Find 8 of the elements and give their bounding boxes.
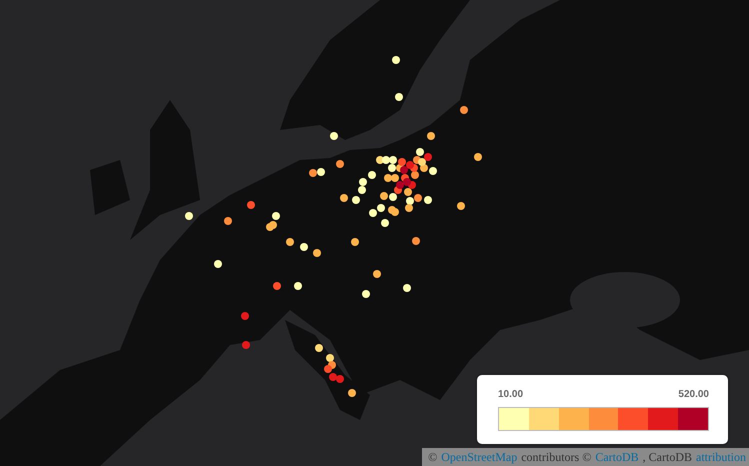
attribution-link[interactable]: OpenStreetMap bbox=[441, 450, 518, 464]
attribution-link[interactable]: attribution bbox=[696, 450, 746, 464]
attribution-text: © bbox=[428, 450, 438, 464]
attribution-text: , CartoDB bbox=[642, 450, 692, 464]
legend-min-label: 10.00 bbox=[498, 389, 524, 400]
attribution-link[interactable]: CartoDB bbox=[595, 450, 639, 464]
legend-max-label: 520.00 bbox=[678, 389, 709, 400]
attribution-text: contributors © bbox=[521, 450, 592, 464]
